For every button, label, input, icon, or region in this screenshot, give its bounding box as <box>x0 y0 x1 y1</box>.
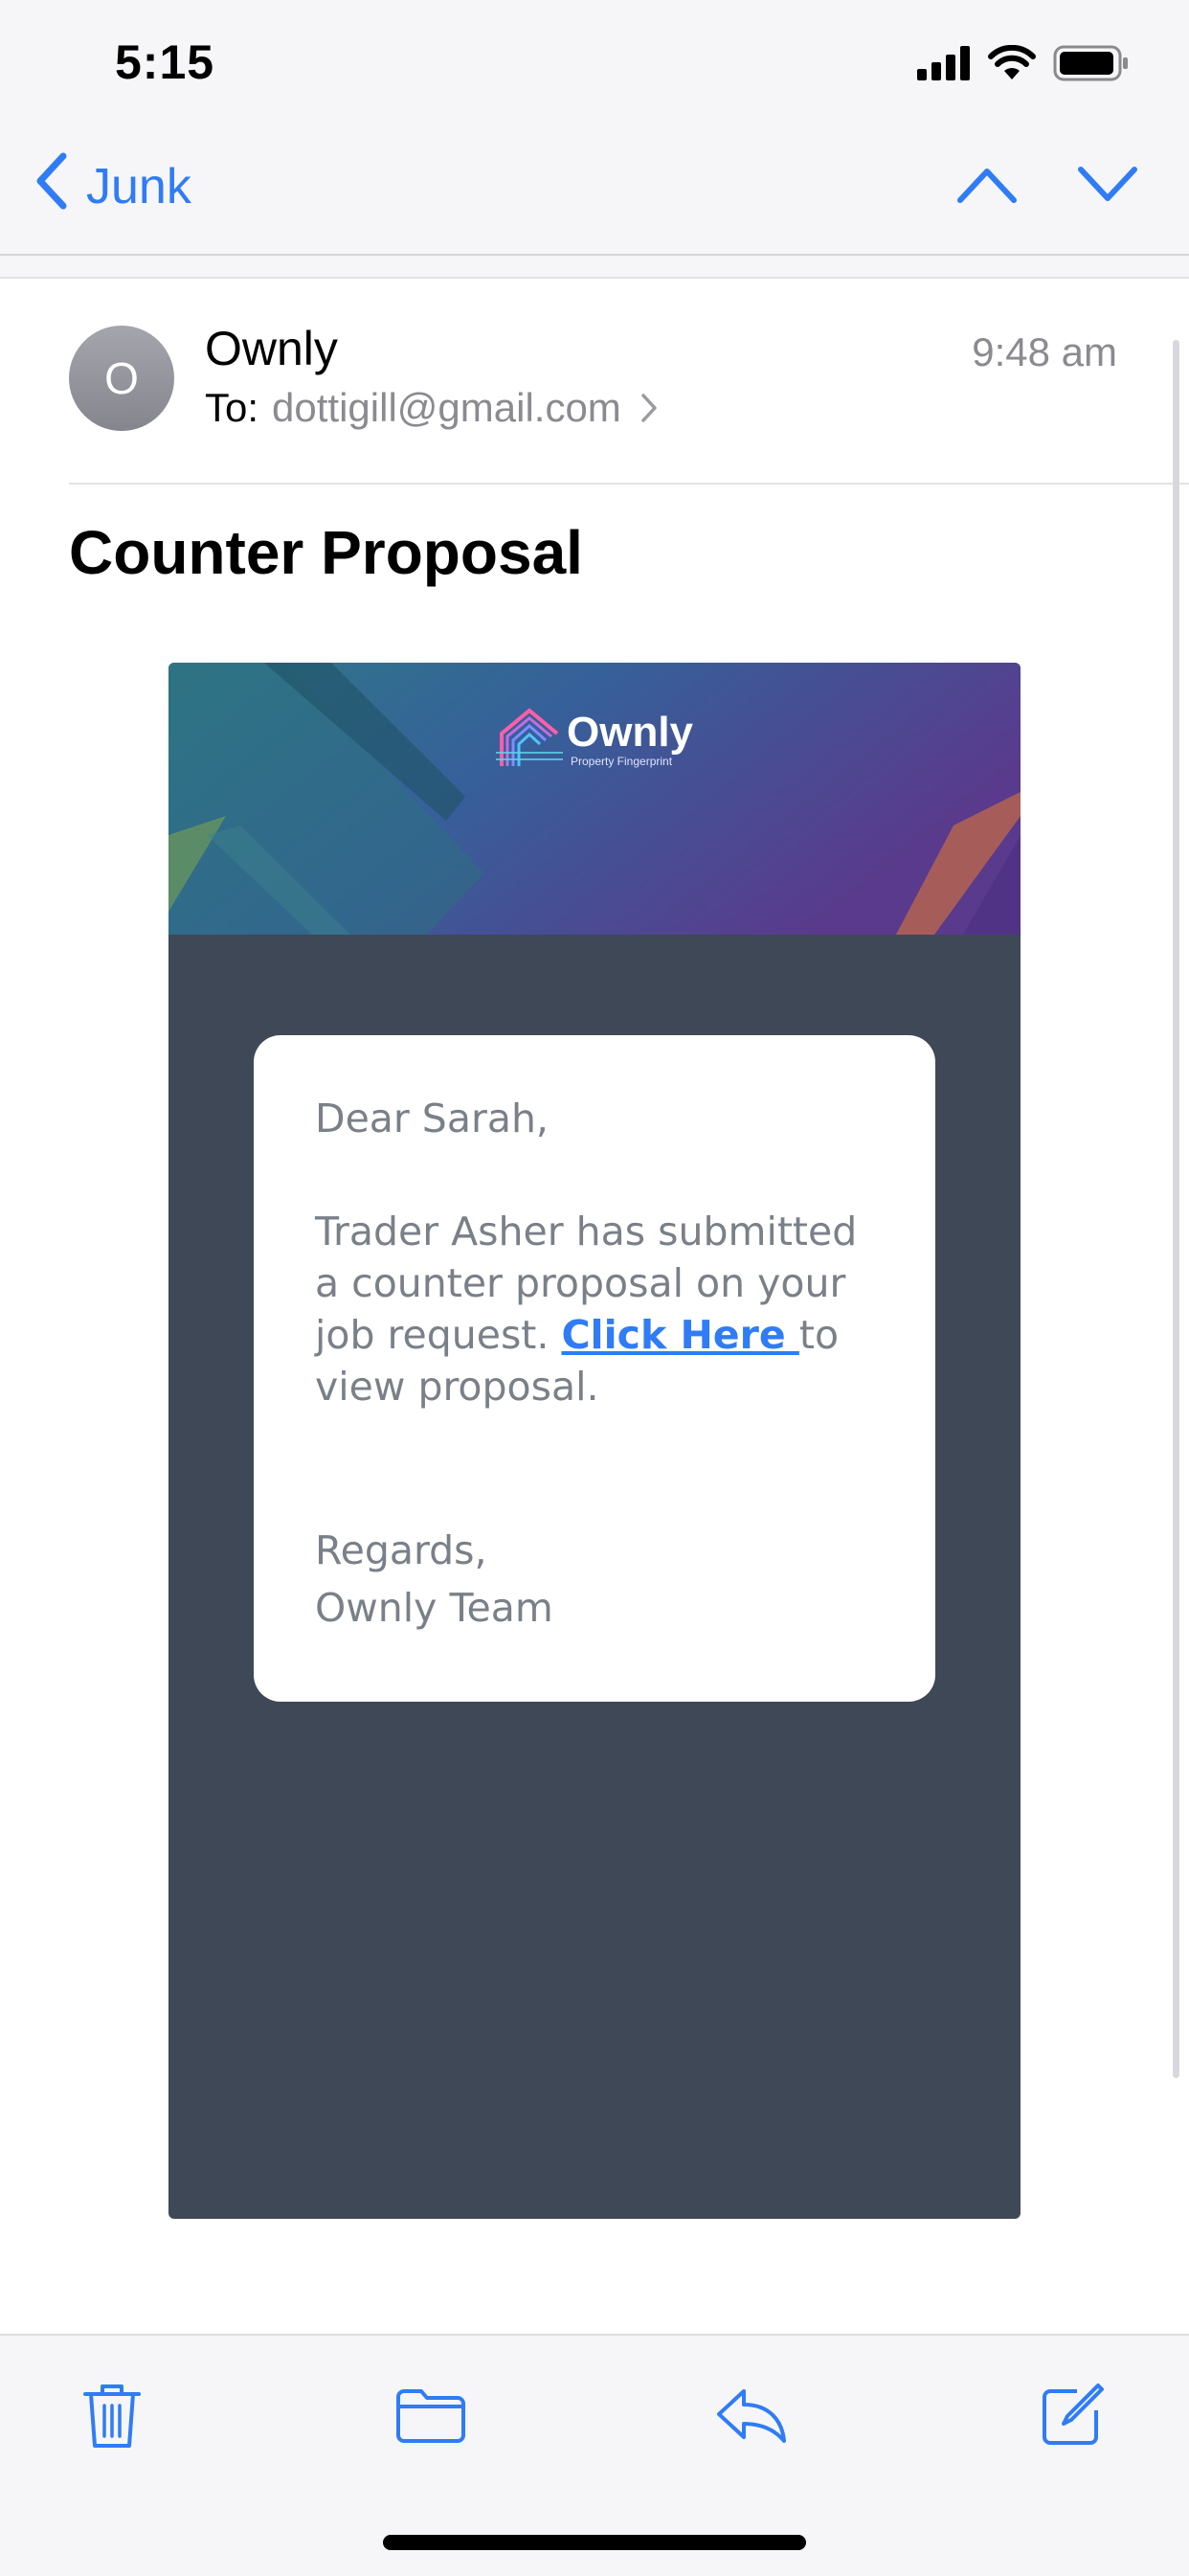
message-card: Dear Sarah, Trader Asher has submitted a… <box>254 1035 935 1702</box>
email-banner <box>168 663 1021 935</box>
view-proposal-link[interactable]: Click Here <box>561 1312 798 1358</box>
battery-icon <box>1053 45 1130 86</box>
regards-text: Regards, <box>315 1527 487 1573</box>
home-indicator[interactable] <box>383 2535 806 2550</box>
compose-icon <box>1039 2382 1106 2453</box>
move-to-folder-button[interactable] <box>388 2374 474 2460</box>
scroll-indicator[interactable] <box>1173 340 1179 2078</box>
greeting: Dear Sarah, <box>315 1096 549 1141</box>
recipient-email: dottigill@gmail.com <box>272 385 621 430</box>
next-message-button[interactable] <box>1074 158 1141 215</box>
header-divider <box>69 483 1189 485</box>
header-separator <box>0 256 1189 279</box>
email-content: Ownly Property Fingerprint Dear Sarah, T… <box>168 663 1021 2219</box>
back-button[interactable]: Junk <box>34 152 191 222</box>
message-navigation <box>953 158 1141 215</box>
previous-message-button[interactable] <box>953 158 1021 215</box>
sender-avatar[interactable]: O <box>69 326 174 431</box>
status-time: 5:15 <box>115 35 215 89</box>
trash-icon <box>81 2381 143 2454</box>
recipient-line[interactable]: To: dottigill@gmail.com <box>205 385 658 431</box>
ownly-logo-text: Ownly <box>567 708 694 756</box>
status-icons <box>917 44 1130 86</box>
reply-icon <box>715 2385 788 2450</box>
house-fingerprint-icon <box>494 705 565 773</box>
message-text: Trader Asher has submitted a counter pro… <box>315 1206 889 1412</box>
folder-icon <box>394 2385 467 2450</box>
reply-button[interactable] <box>708 2374 795 2460</box>
delete-button[interactable] <box>69 2374 155 2460</box>
ownly-tagline: Property Fingerprint <box>571 754 673 768</box>
compose-button[interactable] <box>1029 2374 1115 2460</box>
signature-text: Ownly Team <box>315 1585 553 1631</box>
chevron-left-icon <box>34 152 69 222</box>
chevron-right-icon <box>640 393 658 423</box>
message-subject: Counter Proposal <box>69 518 583 587</box>
navigation-header: 5:15 Junk <box>0 0 1189 256</box>
to-label: To: <box>205 385 259 430</box>
sender-name[interactable]: Ownly <box>205 321 338 376</box>
ownly-logo: Ownly Property Fingerprint <box>494 705 693 773</box>
chevron-up-icon <box>956 166 1018 209</box>
chevron-down-icon <box>1077 166 1138 209</box>
cellular-signal-icon <box>917 45 971 85</box>
sign-off: Regards, Ownly Team <box>315 1522 889 1637</box>
back-label: Junk <box>86 159 191 215</box>
message-time: 9:48 am <box>972 329 1117 374</box>
wifi-icon <box>988 44 1036 86</box>
